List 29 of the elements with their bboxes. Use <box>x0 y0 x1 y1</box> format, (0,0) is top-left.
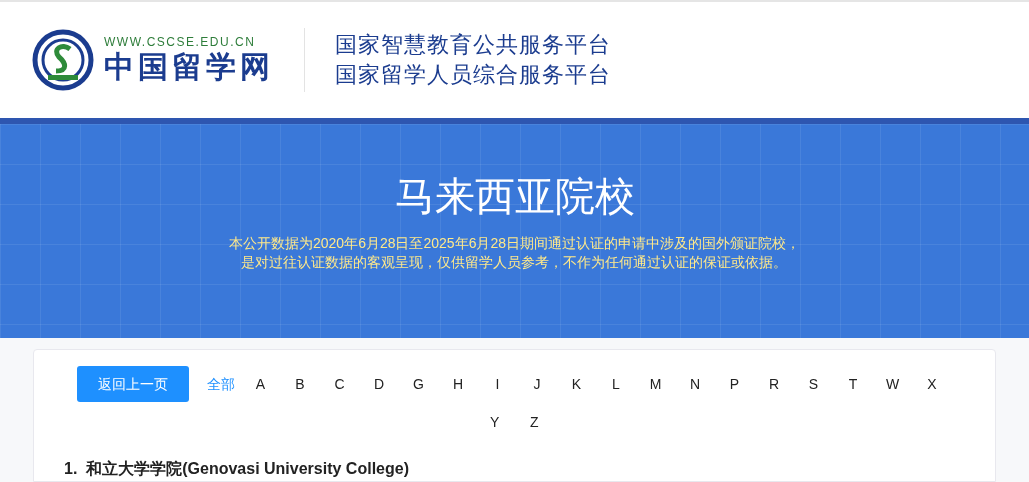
letter-filter[interactable]: P <box>714 365 755 403</box>
disclaimer-text: 本公开数据为2020年6月28日至2025年6月28日期间通过认证的申请中涉及的国外颁证院校， <box>229 234 800 253</box>
letter-filter[interactable]: W <box>872 365 913 403</box>
platform-name: 国家留学人员综合服务平台 <box>335 61 611 89</box>
logo-url: WWW.CSCSE.EDU.CN <box>104 35 257 49</box>
letter-filter[interactable]: J <box>517 365 557 403</box>
letter-filter[interactable]: H <box>438 365 478 403</box>
letter-filter[interactable]: S <box>793 365 834 403</box>
letter-filter[interactable]: G <box>398 365 439 403</box>
letter-filter[interactable]: K <box>556 365 597 403</box>
letter-filter[interactable]: C <box>319 365 360 403</box>
logo-icon <box>32 29 94 91</box>
letter-filter[interactable]: D <box>359 365 399 403</box>
page-title: 马来西亚院校 <box>394 173 635 220</box>
letter-filter[interactable]: X <box>912 365 952 403</box>
letter-filter[interactable]: Y <box>475 403 515 441</box>
logo-name: 中国留学网 <box>104 49 274 85</box>
letter-filter[interactable]: N <box>675 365 715 403</box>
school-name[interactable]: 1. 和立大学学院(Genovasi University College) <box>64 457 965 481</box>
platform-name: 国家智慧教育公共服务平台 <box>335 31 611 59</box>
letter-filter[interactable]: L <box>596 365 636 403</box>
disclaimer-text: 是对过往认证数据的客观呈现，仅供留学人员参考，不作为任何通过认证的保证或依据。 <box>241 253 788 272</box>
letter-filter[interactable]: A <box>240 365 281 403</box>
letter-filter[interactable]: R <box>754 365 794 403</box>
letter-filter[interactable]: I <box>477 365 518 403</box>
letter-filter[interactable]: T <box>833 365 873 403</box>
letter-filter[interactable]: Z <box>514 403 554 441</box>
letter-filter[interactable]: M <box>635 365 676 403</box>
letter-filter[interactable]: B <box>280 365 320 403</box>
